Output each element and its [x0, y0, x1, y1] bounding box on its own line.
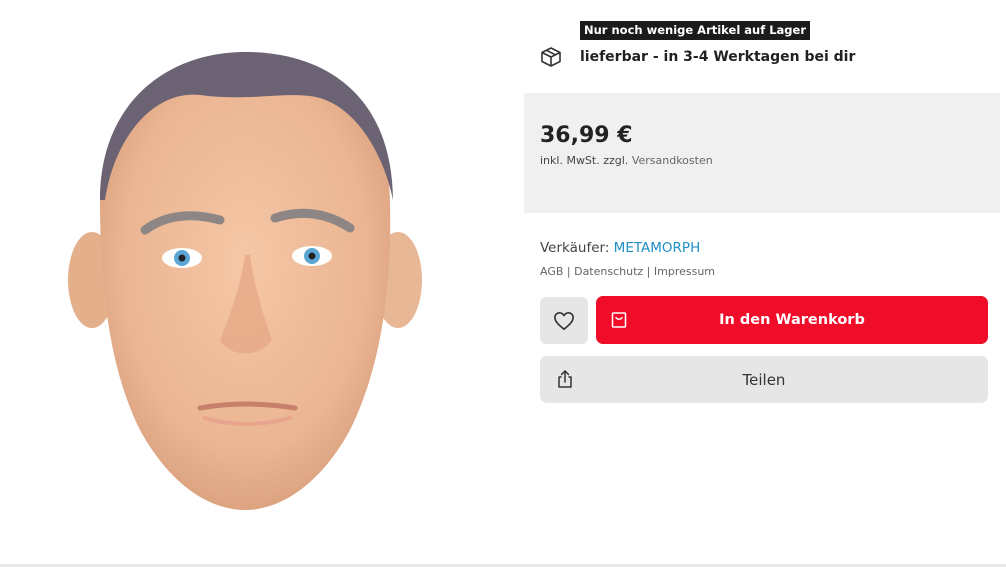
tax-info: inkl. MwSt. zzgl. Versandkosten [540, 154, 713, 167]
stock-badge: Nur noch wenige Artikel auf Lager [580, 21, 811, 40]
seller-link[interactable]: METAMORPH [614, 240, 701, 256]
shipping-costs-link[interactable]: Versandkosten [632, 154, 713, 167]
share-icon [558, 370, 572, 388]
share-button[interactable]: Teilen [540, 356, 988, 403]
shopping-bag-icon [611, 312, 627, 328]
tax-text: inkl. MwSt. zzgl. [540, 154, 629, 167]
price: 36,99 € [540, 123, 633, 148]
add-to-cart-label: In den Warenkorb [719, 312, 865, 328]
wishlist-button[interactable] [540, 297, 588, 344]
add-to-cart-button[interactable]: In den Warenkorb [596, 296, 988, 344]
seller-info: Verkäufer: METAMORPH [540, 240, 700, 256]
share-label: Teilen [742, 370, 786, 389]
seller-label: Verkäufer: [540, 240, 610, 256]
price-box: 36,99 € inkl. MwSt. zzgl. Versandkosten [524, 93, 1000, 213]
heart-icon [554, 311, 574, 330]
delivery-text: lieferbar - in 3-4 Werktagen bei dir [580, 49, 856, 65]
product-image[interactable] [60, 40, 430, 520]
delivery-info: lieferbar - in 3-4 Werktagen bei dir [540, 46, 855, 68]
seller-legal-links[interactable]: AGB | Datenschutz | Impressum [540, 265, 715, 278]
package-icon [540, 46, 562, 68]
